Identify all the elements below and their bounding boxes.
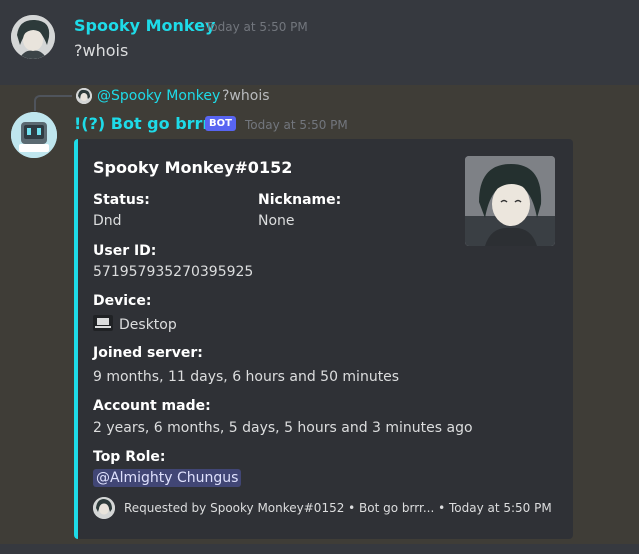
message-divider xyxy=(0,544,639,554)
embed-title: Spooky Monkey#0152 xyxy=(93,158,293,177)
field-top-role-name: Top Role: xyxy=(93,449,166,465)
reply-author-mention[interactable]: @Spooky Monkey xyxy=(97,88,220,104)
field-joined-value: 9 months, 11 days, 6 hours and 50 minute… xyxy=(93,369,400,385)
bot-message-timestamp: Today at 5:50 PM xyxy=(245,118,348,132)
field-status-name: Status: xyxy=(93,192,150,208)
bot-badge: BOT xyxy=(205,116,236,131)
footer-avatar xyxy=(93,497,115,519)
field-device-name: Device: xyxy=(93,293,152,309)
field-device-value: Desktop xyxy=(119,317,177,333)
field-top-role-value-row: @Almighty Chungus xyxy=(93,469,242,487)
embed-thumbnail[interactable] xyxy=(465,156,555,246)
field-user-id-value: 571957935270395925 xyxy=(93,264,254,280)
field-user-id-name: User ID: xyxy=(93,243,157,259)
laptop-icon xyxy=(93,315,113,335)
role-mention[interactable]: @Almighty Chungus xyxy=(93,469,242,487)
reply-connector xyxy=(34,95,72,111)
bot-author-name[interactable]: !(?) Bot go brrr... xyxy=(74,114,226,133)
user-author-name[interactable]: Spooky Monkey xyxy=(74,16,215,35)
user-message-timestamp: Today at 5:50 PM xyxy=(205,20,308,34)
reply-avatar[interactable] xyxy=(76,88,92,104)
field-nickname-value: None xyxy=(258,213,295,229)
field-device-value-row: Desktop xyxy=(93,315,177,335)
whois-embed: Spooky Monkey#0152 Status: Dnd Nickname:… xyxy=(74,139,573,539)
bot-avatar[interactable] xyxy=(11,112,57,158)
embed-footer-text: Requested by Spooky Monkey#0152 • Bot go… xyxy=(124,501,552,515)
field-account-name: Account made: xyxy=(93,398,211,414)
field-account-value: 2 years, 6 months, 5 days, 5 hours and 3… xyxy=(93,420,473,436)
user-message-content: ?whois xyxy=(74,41,129,60)
user-avatar[interactable] xyxy=(11,15,55,59)
reply-preview-text[interactable]: ?whois xyxy=(222,88,270,104)
field-status-value: Dnd xyxy=(93,213,122,229)
field-nickname-name: Nickname: xyxy=(258,192,342,208)
field-joined-name: Joined server: xyxy=(93,345,203,361)
